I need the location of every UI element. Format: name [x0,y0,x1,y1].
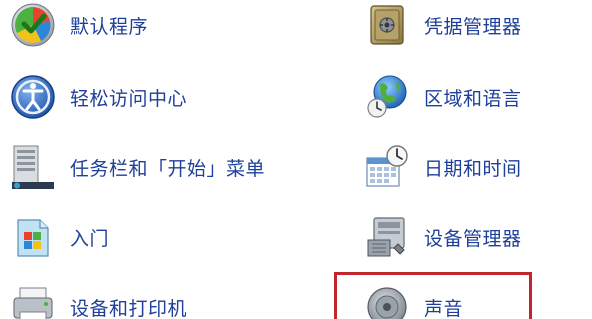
item-credential-manager[interactable]: 凭据管理器 [364,0,522,50]
item-device-manager[interactable]: 设备管理器 [364,212,522,262]
item-default-programs[interactable]: 默认程序 [10,0,148,50]
item-label: 默认程序 [70,15,149,38]
device-manager-icon [364,214,410,260]
taskbar-start-menu-icon [10,144,56,190]
item-label: 声音 [424,297,464,319]
item-label: 凭据管理器 [424,15,522,38]
date-time-icon [364,144,410,190]
item-date-time[interactable]: 日期和时间 [364,142,522,192]
item-label: 设备管理器 [424,227,522,250]
item-label: 入门 [70,227,110,250]
item-ease-of-access[interactable]: 轻松访问中心 [10,72,187,122]
item-devices-printers[interactable]: 设备和打印机 [10,282,187,319]
item-region-language[interactable]: 区域和语言 [364,72,522,122]
item-label: 设备和打印机 [70,297,188,319]
getting-started-icon [10,214,56,260]
item-label: 区域和语言 [424,87,522,110]
ease-of-access-icon [10,74,56,120]
item-label: 日期和时间 [424,157,522,180]
region-language-icon [364,74,410,120]
control-panel: 默认程序 轻松访问中心 任务栏和「开始」菜单 入门 设备和打印机 凭据管理器 区… [0,0,592,319]
item-taskbar-start-menu[interactable]: 任务栏和「开始」菜单 [10,142,265,192]
item-sound[interactable]: 声音 [364,282,463,319]
devices-printers-icon [10,284,56,319]
item-label: 轻松访问中心 [70,87,188,110]
item-label: 任务栏和「开始」菜单 [70,157,266,180]
credential-manager-icon [364,2,410,48]
item-getting-started[interactable]: 入门 [10,212,109,262]
default-programs-icon [10,2,56,48]
sound-icon [364,284,410,319]
